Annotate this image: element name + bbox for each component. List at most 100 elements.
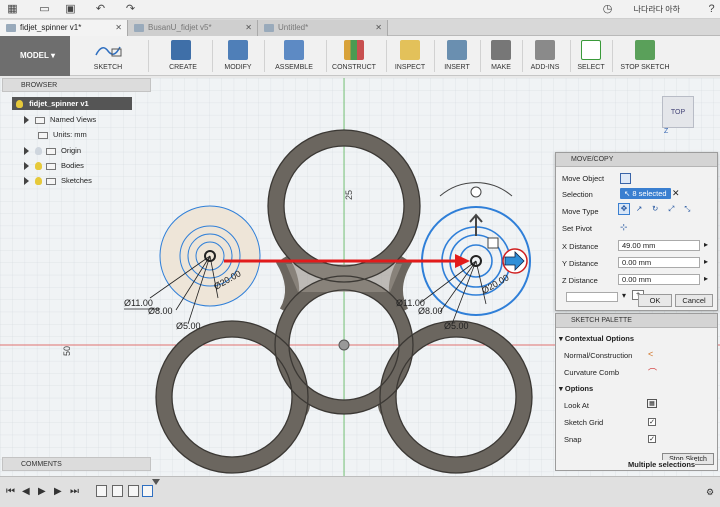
- x-distance-label: X Distance: [562, 242, 599, 251]
- browser-item-named-views[interactable]: Named Views: [24, 113, 134, 126]
- timeline-marker[interactable]: [152, 479, 160, 485]
- comments-panel[interactable]: COMMENTS: [2, 457, 151, 471]
- point-to-point-icon[interactable]: ⤢: [664, 204, 678, 214]
- construct-tool[interactable]: CONSTRUCT: [328, 36, 380, 76]
- add-ins-tool[interactable]: ADD-INS: [524, 36, 566, 76]
- step-back-icon[interactable]: ◀: [22, 486, 30, 498]
- close-icon[interactable]: ✕: [115, 20, 122, 36]
- visibility-bulb-icon[interactable]: [35, 177, 42, 186]
- browser-item-origin[interactable]: Origin: [24, 144, 134, 157]
- z-distance-spinner-icon[interactable]: ▸: [704, 274, 708, 283]
- doc-tab-fidjet-spinner[interactable]: fidjet_spinner v1* ✕: [0, 20, 128, 36]
- document-icon: [6, 24, 16, 32]
- browser-item-units[interactable]: Units: mm: [38, 128, 134, 141]
- palette-title: SKETCH PALETTE: [571, 317, 632, 324]
- selection-count: 8 selected: [632, 189, 667, 198]
- snap-checkbox[interactable]: ✓: [648, 435, 656, 443]
- inspect-icon: [400, 40, 420, 60]
- inspect-tool[interactable]: INSPECT: [390, 36, 430, 76]
- timeline-settings-icon[interactable]: ⚙: [706, 486, 714, 498]
- move-object-icon[interactable]: [620, 173, 631, 184]
- normal-construction-icon[interactable]: <: [648, 349, 653, 359]
- info-field[interactable]: [566, 292, 618, 302]
- selection-label: Selection: [562, 190, 593, 199]
- rotate-icon[interactable]: ↻: [648, 204, 662, 213]
- y-distance-spinner-icon[interactable]: ▸: [704, 257, 708, 266]
- curvature-comb-icon[interactable]: ⌒: [648, 366, 657, 379]
- select-tool[interactable]: SELECT: [574, 36, 608, 76]
- sketch-tool[interactable]: SKETCH: [76, 36, 140, 76]
- set-pivot-icon[interactable]: ⊹: [620, 222, 628, 233]
- timeline-extrude-feature[interactable]: [112, 485, 123, 497]
- expand-triangle-icon[interactable]: [24, 162, 29, 171]
- main-toolbar: MODEL ▾ SKETCH CREATE MODIFY ASSEMBLE CO: [0, 36, 720, 76]
- plane-handle[interactable]: [487, 237, 499, 249]
- dim-left-8: Ø8.00: [148, 306, 173, 316]
- expand-triangle-icon[interactable]: [24, 116, 29, 125]
- workspace-switcher[interactable]: MODEL ▾: [0, 36, 70, 76]
- z-distance-input[interactable]: 0.00 mm: [618, 274, 700, 285]
- translate-icon[interactable]: ↗: [632, 204, 646, 213]
- file-icon[interactable]: ▭: [38, 3, 51, 16]
- doc-tab-untitled[interactable]: Untitled* ✕: [258, 20, 388, 36]
- point-to-position-icon[interactable]: ⤡: [680, 204, 694, 214]
- clock-icon[interactable]: ◷: [601, 3, 614, 16]
- play-icon[interactable]: ▶: [38, 486, 46, 498]
- browser-item-label: Sketches: [61, 176, 92, 185]
- timeline-active-sketch[interactable]: [142, 485, 153, 497]
- app-grid-icon[interactable]: ▦: [6, 3, 19, 16]
- dim-vertical-25: 25: [344, 190, 354, 200]
- rotate-handle[interactable]: [470, 186, 482, 198]
- clear-selection-icon[interactable]: ✕: [672, 188, 680, 199]
- y-distance-input[interactable]: 0.00 mm: [618, 257, 700, 268]
- expand-triangle-icon[interactable]: [24, 147, 29, 156]
- save-icon[interactable]: ▣: [64, 3, 77, 16]
- user-name[interactable]: 나다라다 아하: [634, 4, 680, 15]
- expand-triangle-icon[interactable]: [24, 177, 29, 186]
- dim-horizontal-50: 50: [62, 346, 72, 356]
- sketch-grid-checkbox[interactable]: ✓: [648, 418, 656, 426]
- contextual-options-section[interactable]: ▾ Contextual Options: [559, 334, 634, 343]
- create-tool[interactable]: CREATE: [160, 36, 206, 76]
- view-cube[interactable]: TOP: [662, 96, 694, 128]
- visibility-bulb-icon[interactable]: [35, 162, 42, 171]
- browser-item-bodies[interactable]: Bodies: [24, 159, 134, 172]
- timeline-feature[interactable]: [128, 485, 139, 497]
- modify-tool[interactable]: MODIFY: [218, 36, 258, 76]
- center-point: [338, 339, 350, 351]
- ok-button[interactable]: OK: [638, 294, 672, 307]
- timeline-sketch-feature[interactable]: [96, 485, 107, 497]
- assemble-tool[interactable]: ASSEMBLE: [268, 36, 320, 76]
- visibility-bulb-icon[interactable]: [35, 147, 42, 156]
- options-dropdown-icon[interactable]: ▾: [622, 291, 626, 300]
- dialog-header[interactable]: MOVE/COPY: [556, 153, 717, 167]
- stop-sketch-tool[interactable]: STOP SKETCH: [618, 36, 672, 76]
- step-forward-icon[interactable]: ▶: [54, 486, 62, 498]
- help-icon[interactable]: ?: [705, 3, 718, 16]
- doc-tab-busanu-fidjet[interactable]: BusanU_fidjet v5* ✕: [128, 20, 258, 36]
- options-section[interactable]: ▾ Options: [559, 384, 593, 393]
- browser-item-sketches[interactable]: Sketches: [24, 174, 134, 187]
- redo-icon[interactable]: ↷: [124, 3, 137, 16]
- look-at-icon[interactable]: ▦: [647, 399, 657, 408]
- visibility-bulb-icon[interactable]: [16, 100, 23, 109]
- tool-label: INSERT: [444, 64, 470, 71]
- doc-tab-label: Untitled*: [278, 23, 309, 32]
- browser-header[interactable]: BROWSER: [2, 78, 151, 92]
- cancel-button[interactable]: Cancel: [675, 294, 713, 307]
- dialog-title: MOVE/COPY: [571, 156, 614, 163]
- fusion-app-window: ▦ ▭ ▣ ↶ ↷ ◷ 나다라다 아하 ? fidjet_spinner v1*…: [0, 0, 720, 507]
- selection-button[interactable]: ↖ 8 selected: [620, 188, 671, 199]
- go-to-end-icon[interactable]: ⏭: [70, 486, 79, 498]
- free-move-icon[interactable]: ✥: [618, 203, 630, 215]
- browser-root-component[interactable]: fidjet_spinner v1: [12, 97, 132, 110]
- close-icon[interactable]: ✕: [245, 20, 252, 36]
- undo-icon[interactable]: ↶: [94, 3, 107, 16]
- close-icon[interactable]: ✕: [375, 20, 382, 36]
- x-distance-input[interactable]: 49.00 mm: [618, 240, 700, 251]
- x-distance-spinner-icon[interactable]: ▸: [704, 240, 708, 249]
- make-tool[interactable]: MAKE: [484, 36, 518, 76]
- go-to-start-icon[interactable]: ⏮: [6, 486, 15, 498]
- insert-tool[interactable]: INSERT: [438, 36, 476, 76]
- palette-header[interactable]: SKETCH PALETTE: [556, 314, 717, 328]
